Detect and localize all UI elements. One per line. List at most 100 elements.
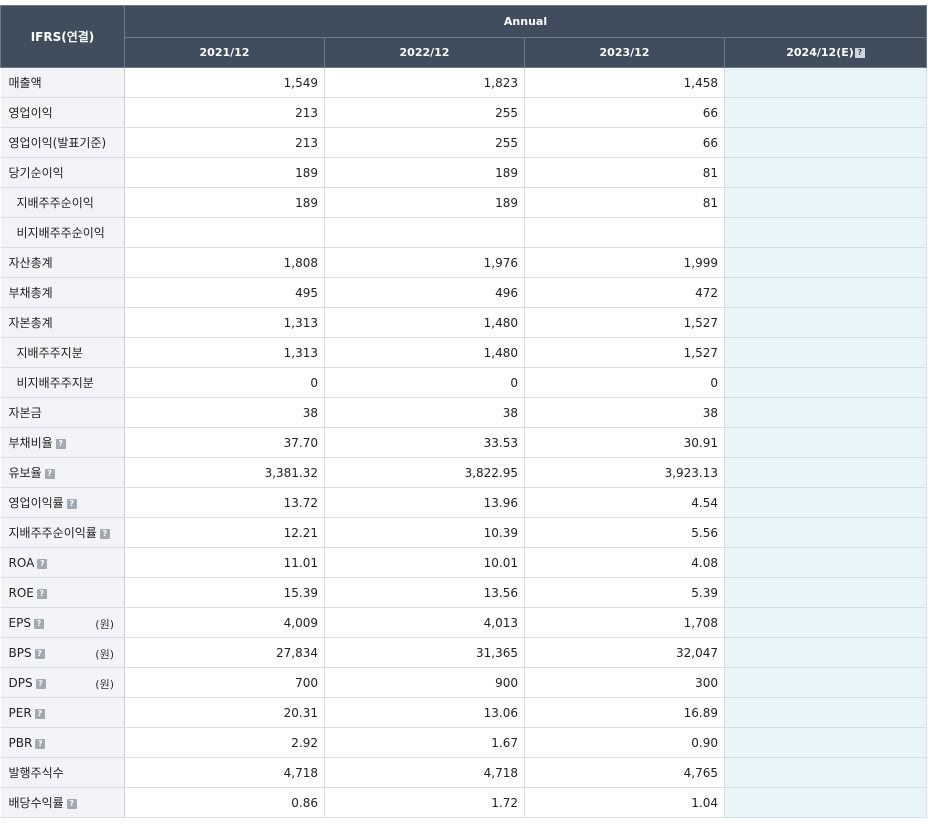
estimate-value-cell <box>724 457 928 488</box>
row-label-cell: ROA? <box>0 547 125 578</box>
table-row: 지배주주순이익 189 189 81 <box>0 187 928 218</box>
value-cell: 27,834 <box>124 637 325 668</box>
row-label-cell: 유보율? <box>0 457 125 488</box>
row-label: BPS <box>8 645 32 660</box>
value-cell: 1,823 <box>324 67 525 98</box>
row-label-cell: 영업이익률? <box>0 487 125 518</box>
table-row: 자산총계 1,808 1,976 1,999 <box>0 247 928 278</box>
help-icon[interactable]: ? <box>35 738 46 749</box>
value-cell: 1,458 <box>524 67 725 98</box>
table-row: EPS? (원) 4,009 4,013 1,708 <box>0 607 928 638</box>
row-label: 당기순이익 <box>8 166 64 180</box>
help-icon[interactable]: ? <box>44 469 55 479</box>
value-cell: 0.90 <box>524 727 725 758</box>
value-cell: 189 <box>324 187 525 218</box>
row-label-cell: 지배주주순이익 <box>0 187 125 218</box>
row-label: 지배주주순이익 <box>16 196 94 210</box>
table-row: 지배주주순이익률? 12.21 10.39 5.56 <box>0 517 928 548</box>
value-cell: 13.72 <box>124 487 325 518</box>
value-cell: 213 <box>124 97 325 128</box>
row-label: 비지배주주순이익 <box>16 226 105 240</box>
help-icon[interactable]: ? <box>55 439 66 449</box>
value-cell: 1,480 <box>324 307 525 338</box>
help-icon[interactable]: ? <box>37 558 48 569</box>
value-cell: 4,718 <box>324 757 525 788</box>
estimate-value-cell <box>724 757 928 788</box>
financial-summary-panel: IFRS(연결) Annual 2021/12 2022/12 2023/12 … <box>0 0 928 825</box>
value-cell: 900 <box>324 667 525 698</box>
estimate-column-label: 2024/12(E) <box>786 46 854 59</box>
value-cell: 3,923.13 <box>524 457 725 488</box>
value-cell: 1.04 <box>524 787 725 818</box>
value-cell: 10.39 <box>324 517 525 548</box>
help-icon[interactable]: ? <box>66 499 77 509</box>
table-row: ROA? 11.01 10.01 4.08 <box>0 547 928 578</box>
table-row: 비지배주주지분 0 0 0 <box>0 367 928 398</box>
value-cell: 32,047 <box>524 637 725 668</box>
row-label-cell: 배당수익률? <box>0 787 125 818</box>
table-row: 배당수익률? 0.86 1.72 1.04 <box>0 787 928 818</box>
row-label: 자본금 <box>8 406 42 420</box>
unit-label: (원) <box>95 618 114 631</box>
help-icon[interactable]: ? <box>66 799 77 809</box>
estimate-value-cell <box>724 247 928 278</box>
financial-summary-table: IFRS(연결) Annual 2021/12 2022/12 2023/12 … <box>0 5 928 818</box>
value-cell: 496 <box>324 277 525 308</box>
table-row: 부채비율? 37.70 33.53 30.91 <box>0 427 928 458</box>
value-cell: 4.54 <box>524 487 725 518</box>
row-label: 발행주식수 <box>8 766 64 780</box>
value-cell: 1,480 <box>324 337 525 368</box>
value-cell: 4.08 <box>524 547 725 578</box>
table-row: 영업이익(발표기준) 213 255 66 <box>0 127 928 158</box>
row-label: 영업이익(발표기준) <box>8 136 107 150</box>
value-cell: 38 <box>124 397 325 428</box>
value-cell: 15.39 <box>124 577 325 608</box>
help-icon[interactable]: ? <box>33 618 44 629</box>
row-label: 비지배주주지분 <box>16 376 94 390</box>
value-cell: 1,708 <box>524 607 725 638</box>
help-icon[interactable]: ? <box>36 588 47 599</box>
value-cell: 1.67 <box>324 727 525 758</box>
estimate-value-cell <box>724 667 928 698</box>
table-row: 비지배주주순이익 <box>0 217 928 248</box>
estimate-value-cell <box>724 517 928 548</box>
row-label-cell: 비지배주주지분 <box>0 367 125 398</box>
help-icon[interactable]: ? <box>99 529 110 539</box>
help-icon[interactable]: ? <box>35 678 46 689</box>
table-row: 유보율? 3,381.32 3,822.95 3,923.13 <box>0 457 928 488</box>
value-cell: 11.01 <box>124 547 325 578</box>
row-label: 영업이익률 <box>8 496 64 510</box>
value-cell: 4,718 <box>124 757 325 788</box>
row-label: PBR <box>8 735 33 750</box>
value-cell: 81 <box>524 157 725 188</box>
estimate-value-cell <box>724 217 928 248</box>
year-column-header: 2021/12 <box>124 37 325 68</box>
estimate-value-cell <box>724 157 928 188</box>
value-cell: 1,527 <box>524 307 725 338</box>
value-cell: 1,527 <box>524 337 725 368</box>
unit-label: (원) <box>95 648 114 661</box>
table-row: 자본총계 1,313 1,480 1,527 <box>0 307 928 338</box>
value-cell: 10.01 <box>324 547 525 578</box>
value-cell: 0 <box>324 367 525 398</box>
value-cell: 13.96 <box>324 487 525 518</box>
row-label-cell: DPS? (원) <box>0 667 125 698</box>
table-row: 발행주식수 4,718 4,718 4,765 <box>0 757 928 788</box>
value-cell: 33.53 <box>324 427 525 458</box>
value-cell: 13.06 <box>324 697 525 728</box>
row-label-cell: 당기순이익 <box>0 157 125 188</box>
help-icon[interactable]: ? <box>34 708 45 719</box>
help-icon[interactable]: ? <box>34 648 45 659</box>
value-cell: 300 <box>524 667 725 698</box>
estimate-value-cell <box>724 787 928 818</box>
row-label-cell: ROE? <box>0 577 125 608</box>
estimate-value-cell <box>724 97 928 128</box>
row-label: 부채비율 <box>8 436 53 450</box>
row-label-cell: 자본총계 <box>0 307 125 338</box>
value-cell: 30.91 <box>524 427 725 458</box>
year-column-header: 2023/12 <box>524 37 725 68</box>
estimate-value-cell <box>724 547 928 578</box>
help-icon[interactable]: ? <box>854 48 865 58</box>
estimate-column-header: 2024/12(E)? <box>723 37 928 68</box>
row-label-cell: BPS? (원) <box>0 637 125 668</box>
